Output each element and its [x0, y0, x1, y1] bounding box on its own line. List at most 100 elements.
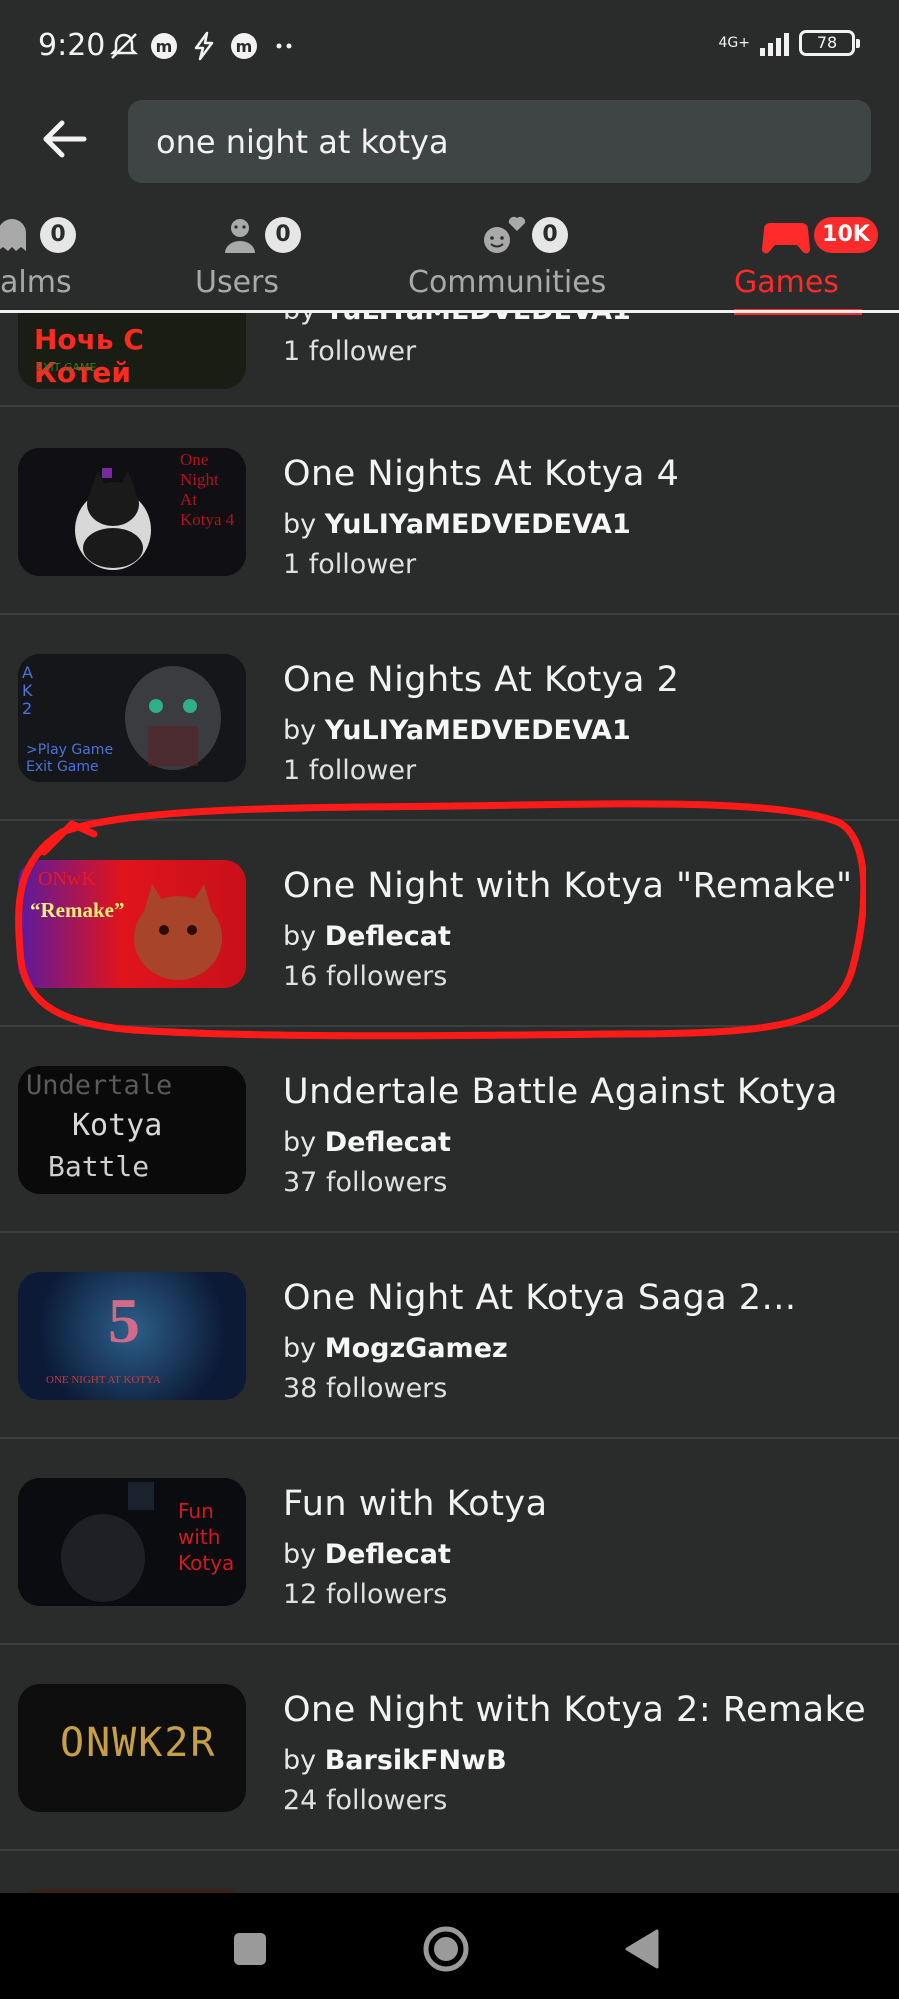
- status-time: 9:20: [38, 28, 106, 63]
- arrow-left-icon[interactable]: [38, 112, 92, 166]
- thumbnail-menu: >Play Game Exit Game: [26, 742, 114, 775]
- tab-games[interactable]: 10K Games: [730, 205, 890, 305]
- game-author[interactable]: BarsikFNwB: [325, 1745, 507, 1776]
- game-title[interactable]: One Nights At Kotya 2: [283, 660, 679, 700]
- svg-text:m: m: [156, 37, 173, 56]
- game-thumbnail: One Night At Kotya 4: [18, 448, 246, 576]
- game-followers: 12 followers: [283, 1579, 448, 1610]
- m-app-icon: m: [231, 33, 257, 59]
- game-list-item[interactable]: ONWK2R One Night with Kotya 2: Remake by…: [0, 1645, 899, 1851]
- game-thumbnail: Fun with Kotya: [18, 1478, 246, 1606]
- m-app-icon: m: [151, 33, 177, 59]
- game-followers: 37 followers: [283, 1167, 448, 1198]
- game-author-line: by Deflecat: [283, 1127, 451, 1158]
- thumbnail-caption: 5: [108, 1285, 140, 1356]
- game-thumbnail: ONWK2R: [18, 1684, 246, 1812]
- game-followers: 24 followers: [283, 1785, 448, 1816]
- game-author[interactable]: Deflecat: [325, 1127, 451, 1158]
- thumbnail-caption: AK2: [22, 663, 33, 718]
- thumbnail-caption: Undertale: [26, 1070, 173, 1101]
- game-results-list: One Night At Kotya 4 One Nights At Kotya 4 …: [0, 409, 899, 1999]
- thumbnail-caption: One Night At Kotya 4: [180, 450, 235, 529]
- gamepad-icon: [762, 223, 810, 254]
- thumbnail-caption: EXIT GAME: [36, 361, 97, 374]
- thumbnail-caption: ONWK2R: [60, 1720, 217, 1766]
- tab-label: Communities: [408, 265, 607, 300]
- game-title[interactable]: One Night with Kotya "Remake": [283, 866, 853, 906]
- game-thumbnail: Ночь С Котей EXIT GAME: [18, 313, 246, 389]
- game-thumbnail: Undertale Kotya Battle: [18, 1066, 246, 1194]
- game-followers: 16 followers: [283, 961, 448, 992]
- tab-count-badge: 0: [265, 217, 301, 253]
- back-triangle-icon[interactable]: [617, 1923, 669, 1975]
- recent-apps-icon[interactable]: [224, 1923, 276, 1975]
- game-author-line: by YuLIYaMEDVEDEVA1: [283, 313, 631, 326]
- status-system-icons: 4G+ 78: [718, 30, 860, 56]
- game-author-line: by MogzGamez: [283, 1333, 508, 1364]
- game-list-item[interactable]: AK2 >Play Game Exit Game One Nights At Ko…: [0, 615, 899, 821]
- game-author-line: by YuLIYaMEDVEDEVA1: [283, 715, 631, 746]
- game-title[interactable]: One Night At Kotya Saga 2...: [283, 1278, 796, 1318]
- network-type: 4G+: [718, 35, 751, 51]
- community-icon: [484, 216, 526, 253]
- tab-communities[interactable]: 0 Communities: [405, 205, 625, 305]
- tab-label: Users: [195, 265, 280, 300]
- tab-count-badge: 0: [40, 217, 76, 253]
- game-author[interactable]: YuLIYaMEDVEDEVA1: [325, 509, 631, 540]
- game-title[interactable]: One Nights At Kotya 4: [283, 454, 679, 494]
- game-author[interactable]: Deflecat: [325, 1539, 451, 1570]
- game-author[interactable]: YuLIYaMEDVEDEVA1: [325, 313, 631, 326]
- game-title[interactable]: Fun with Kotya: [283, 1484, 548, 1524]
- signal-icon: [760, 30, 789, 56]
- game-list-item[interactable]: 5 ONE NIGHT AT KOTYA One Night At Kotya …: [0, 1233, 899, 1439]
- search-field[interactable]: [128, 100, 871, 183]
- tab-users[interactable]: 0 Users: [190, 205, 310, 305]
- search-input[interactable]: [156, 122, 871, 161]
- game-list-item[interactable]: Undertale Kotya Battle Undertale Battle …: [0, 1027, 899, 1233]
- status-bar: 9:20 m m 4G+ 78: [0, 0, 899, 95]
- thumbnail-caption: “Remake”: [30, 898, 125, 922]
- game-followers: 1 follower: [283, 336, 417, 367]
- game-list-item[interactable]: Ночь С Котей EXIT GAME by YuLIYaMEDVEDEV…: [0, 313, 899, 407]
- user-icon: [225, 219, 255, 253]
- thumbnail-caption: Battle: [48, 1150, 150, 1183]
- game-list-item[interactable]: ONwK “Remake” One Night with Kotya "Rema…: [0, 821, 899, 1027]
- thumbnail-caption: Kotya: [72, 1108, 163, 1143]
- system-nav-bar: [0, 1893, 899, 1999]
- game-author[interactable]: YuLIYaMEDVEDEVA1: [325, 715, 631, 746]
- tab-realms[interactable]: 0 alms: [0, 205, 90, 305]
- flash-icon: [194, 31, 214, 61]
- status-notification-icons: m m: [108, 30, 300, 62]
- game-followers: 1 follower: [283, 755, 417, 786]
- game-author-line: by Deflecat: [283, 921, 451, 952]
- game-list-item[interactable]: Fun with Kotya Fun with Kotya by Deflecat …: [0, 1439, 899, 1645]
- game-author-line: by BarsikFNwB: [283, 1745, 507, 1776]
- thumbnail-caption: ONE NIGHT AT KOTYA: [46, 1374, 161, 1386]
- search-category-tabs: 0 alms 0 Users 0 Communities 10K Games: [0, 205, 899, 315]
- thumbnail-caption: Ночь С Котей: [34, 323, 144, 389]
- tab-count-badge: 10K: [814, 217, 878, 253]
- game-author-line: by YuLIYaMEDVEDEVA1: [283, 509, 631, 540]
- game-title[interactable]: One Night with Kotya 2: Remake: [283, 1690, 866, 1730]
- game-author[interactable]: MogzGamez: [325, 1333, 508, 1364]
- thumbnail-caption: ONwK: [38, 868, 96, 890]
- tab-count-badge: 0: [532, 217, 568, 253]
- svg-text:m: m: [236, 37, 253, 56]
- more-dots-icon: [276, 43, 292, 49]
- tab-label: Games: [734, 265, 839, 300]
- bell-off-icon: [109, 33, 139, 59]
- battery-icon: 78: [799, 30, 860, 56]
- game-author-line: by Deflecat: [283, 1539, 451, 1570]
- game-list-item[interactable]: One Night At Kotya 4 One Nights At Kotya 4 …: [0, 409, 899, 615]
- thumbnail-caption: Fun with Kotya: [178, 1499, 235, 1575]
- game-author[interactable]: Deflecat: [325, 921, 451, 952]
- ghost-icon: [0, 219, 26, 251]
- game-title[interactable]: Undertale Battle Against Kotya: [283, 1072, 838, 1112]
- game-followers: 1 follower: [283, 549, 417, 580]
- tab-label: alms: [0, 265, 72, 300]
- game-thumbnail: ONwK “Remake”: [18, 860, 246, 988]
- game-thumbnail: AK2 >Play Game Exit Game: [18, 654, 246, 782]
- game-followers: 38 followers: [283, 1373, 448, 1404]
- game-thumbnail: 5 ONE NIGHT AT KOTYA: [18, 1272, 246, 1400]
- home-icon[interactable]: [420, 1923, 472, 1975]
